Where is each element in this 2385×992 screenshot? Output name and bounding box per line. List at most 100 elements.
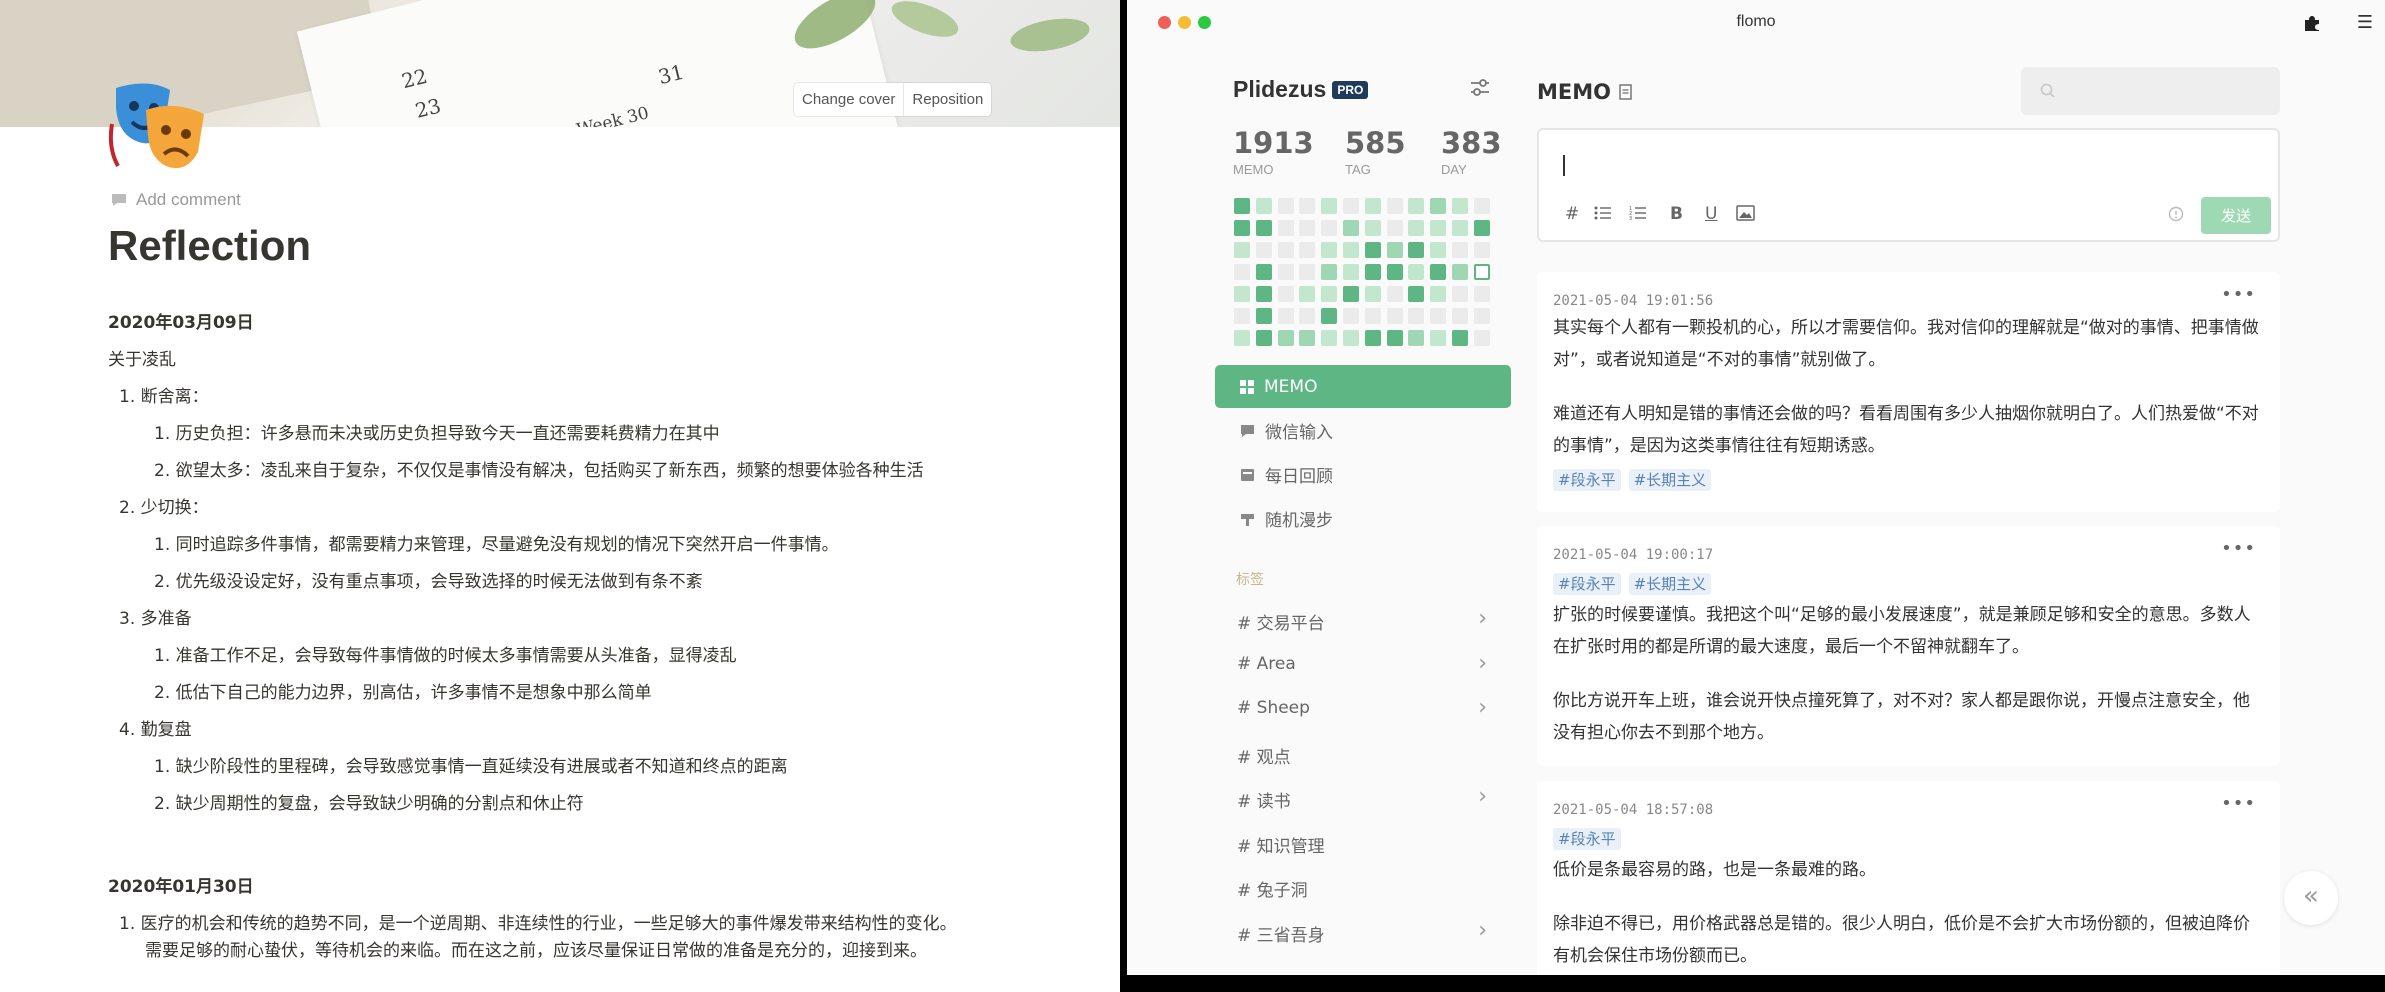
tag-item[interactable]: # Area ›: [1237, 652, 1487, 674]
heatmap-cell[interactable]: [1452, 220, 1468, 236]
change-cover-button[interactable]: Change cover: [794, 83, 903, 116]
heatmap-cell[interactable]: [1299, 242, 1316, 258]
memo-card[interactable]: 2021-05-04 19:01:56 ••• 其实每个人都有一颗投机的心，所以才需…: [1537, 272, 2280, 512]
heatmap-cell[interactable]: [1408, 242, 1425, 258]
doc-date-heading[interactable]: 2020年03月09日: [108, 308, 254, 333]
heatmap-cell[interactable]: [1343, 308, 1359, 324]
memo-paragraph[interactable]: 扩张的时候要谨慎。我把这个叫“足够的最小发展速度”，就是兼顾足够和安全的意思。多…: [1553, 599, 2265, 663]
puzzle-extension-icon[interactable]: [2302, 13, 2322, 33]
collapse-sidebar-button[interactable]: «: [2284, 871, 2338, 925]
doc-line[interactable]: 4. 勤复盘: [119, 715, 192, 740]
heatmap-cell[interactable]: [1386, 242, 1403, 258]
theater-masks-icon[interactable]: [108, 78, 208, 178]
heatmap-cell[interactable]: [1364, 308, 1381, 324]
title-bar[interactable]: flomo ☰: [1127, 0, 2385, 46]
heatmap-cell[interactable]: [1364, 198, 1381, 214]
heatmap-cell[interactable]: [1299, 220, 1316, 236]
menu-icon[interactable]: ☰: [2357, 12, 2373, 33]
send-button[interactable]: 发送: [2201, 197, 2271, 234]
tag-item[interactable]: # 三省吾身 ›: [1237, 919, 1487, 946]
more-options-icon[interactable]: •••: [2221, 284, 2256, 305]
heatmap-cell[interactable]: [1386, 220, 1403, 236]
heatmap-cell[interactable]: [1364, 242, 1381, 258]
page-title[interactable]: Reflection: [108, 222, 311, 270]
heatmap-cell[interactable]: [1452, 242, 1468, 258]
nav-memo[interactable]: MEMO: [1215, 365, 1511, 408]
nav-wechat-input[interactable]: 微信输入: [1215, 409, 1511, 452]
heatmap-cell[interactable]: [1430, 286, 1447, 302]
heatmap-cell[interactable]: [1234, 220, 1250, 236]
heatmap-cell[interactable]: [1255, 308, 1272, 324]
doc-line[interactable]: 1. 准备工作不足，会导致每件事情做的时候太多事情需要从头准备，显得凌乱: [154, 641, 737, 666]
doc-line[interactable]: 2. 低估下自己的能力边界，别高估，许多事情不是想象中那么简单: [154, 678, 652, 703]
heatmap-cell[interactable]: [1299, 264, 1316, 280]
nav-daily-review[interactable]: 每日回顾: [1215, 453, 1511, 496]
bold-button[interactable]: B: [1670, 204, 1683, 224]
heatmap-cell[interactable]: [1473, 264, 1490, 280]
heatmap-cell[interactable]: [1386, 264, 1403, 280]
memo-paragraph[interactable]: 低价是条最容易的路，也是一条最难的路。: [1553, 854, 2265, 886]
heatmap-cell[interactable]: [1321, 220, 1338, 236]
memo-paragraph[interactable]: 除非迫不得已，用价格武器总是错的。很少人明白，低价是不会扩大市场份额的，但被迫降…: [1553, 908, 2265, 972]
heatmap-cell[interactable]: [1452, 308, 1468, 324]
reposition-button[interactable]: Reposition: [903, 83, 991, 116]
doc-line[interactable]: 需要足够的耐心蛰伏，等待机会的来临。而在这之前，应该尽量保证日常做的准备是充分的…: [145, 936, 927, 961]
chevron-right-icon[interactable]: ›: [1478, 697, 1487, 719]
heatmap-cell[interactable]: [1386, 308, 1403, 324]
more-options-icon[interactable]: •••: [2221, 793, 2256, 814]
heatmap-cell[interactable]: [1386, 286, 1403, 302]
tag-item[interactable]: # 交易平台 ›: [1237, 608, 1487, 635]
heatmap-cell[interactable]: [1408, 286, 1425, 302]
heatmap-cell[interactable]: [1299, 330, 1316, 346]
heatmap-cell[interactable]: [1321, 308, 1338, 324]
heatmap-cell[interactable]: [1343, 198, 1359, 214]
hashtag-button[interactable]: #: [1565, 204, 1579, 224]
heatmap-cell[interactable]: [1343, 264, 1359, 280]
heatmap-cell[interactable]: [1277, 286, 1294, 302]
doc-line[interactable]: 2. 优先级没设定好，没有重点事项，会导致选择的时候无法做到有条不紊: [154, 567, 703, 592]
memo-paragraph[interactable]: 难道还有人明知是错的事情还会做的吗？看看周围有多少人抽烟你就明白了。人们热爱做“…: [1553, 398, 2265, 462]
heatmap-cell[interactable]: [1364, 220, 1381, 236]
heatmap-cell[interactable]: [1430, 242, 1447, 258]
doc-line[interactable]: 1. 历史负担：许多悬而未决或历史负担导致今天一直还需要耗费精力在其中: [154, 419, 720, 444]
heatmap-cell[interactable]: [1473, 220, 1490, 236]
heatmap-cell[interactable]: [1321, 286, 1338, 302]
memo-tag-chip[interactable]: #长期主义: [1628, 573, 1712, 595]
numbered-list-icon[interactable]: 1 2 3: [1629, 206, 1647, 220]
heatmap-cell[interactable]: [1255, 286, 1272, 302]
username[interactable]: Plidezus PRO: [1233, 76, 1369, 103]
doc-line[interactable]: 2. 欲望太多：凌乱来自于复杂，不仅仅是事情没有解决，包括购买了新东西，频繁的想…: [154, 456, 924, 481]
memo-tag-chip[interactable]: #段永平: [1553, 469, 1621, 491]
heatmap-cell[interactable]: [1321, 198, 1338, 214]
heatmap-cell[interactable]: [1277, 242, 1294, 258]
more-options-icon[interactable]: •••: [2221, 538, 2256, 559]
heatmap-cell[interactable]: [1277, 220, 1294, 236]
heatmap-cell[interactable]: [1430, 198, 1447, 214]
heatmap-cell[interactable]: [1473, 198, 1490, 214]
heatmap-cell[interactable]: [1430, 220, 1447, 236]
search-input[interactable]: [2021, 67, 2280, 115]
image-icon[interactable]: [1736, 205, 1755, 221]
heatmap-cell[interactable]: [1277, 198, 1294, 214]
tag-item[interactable]: # 观点: [1237, 743, 1487, 768]
heatmap-cell[interactable]: [1234, 308, 1250, 324]
heatmap-cell[interactable]: [1408, 330, 1425, 346]
chevron-right-icon[interactable]: ›: [1478, 608, 1487, 634]
underline-button[interactable]: U: [1705, 204, 1717, 224]
doc-line[interactable]: 1. 断舍离：: [119, 382, 209, 407]
heatmap-cell[interactable]: [1364, 264, 1381, 280]
heatmap-cell[interactable]: [1364, 286, 1381, 302]
heatmap-cell[interactable]: [1277, 330, 1294, 346]
heatmap-cell[interactable]: [1321, 242, 1338, 258]
heatmap-cell[interactable]: [1234, 198, 1250, 214]
heatmap-cell[interactable]: [1255, 330, 1272, 346]
doc-line[interactable]: 2. 缺少周期性的复盘，会导致缺少明确的分割点和休止符: [154, 789, 584, 814]
heatmap-cell[interactable]: [1473, 242, 1490, 258]
doc-line[interactable]: 1. 同时追踪多件事情，都需要精力来管理，尽量避免没有规划的情况下突然开启一件事…: [154, 530, 839, 555]
heatmap-cell[interactable]: [1234, 242, 1250, 258]
heatmap-cell[interactable]: [1277, 264, 1294, 280]
heatmap-cell[interactable]: [1473, 308, 1490, 324]
heatmap-cell[interactable]: [1386, 330, 1403, 346]
chevron-right-icon[interactable]: ›: [1478, 652, 1487, 674]
heatmap-cell[interactable]: [1343, 330, 1359, 346]
